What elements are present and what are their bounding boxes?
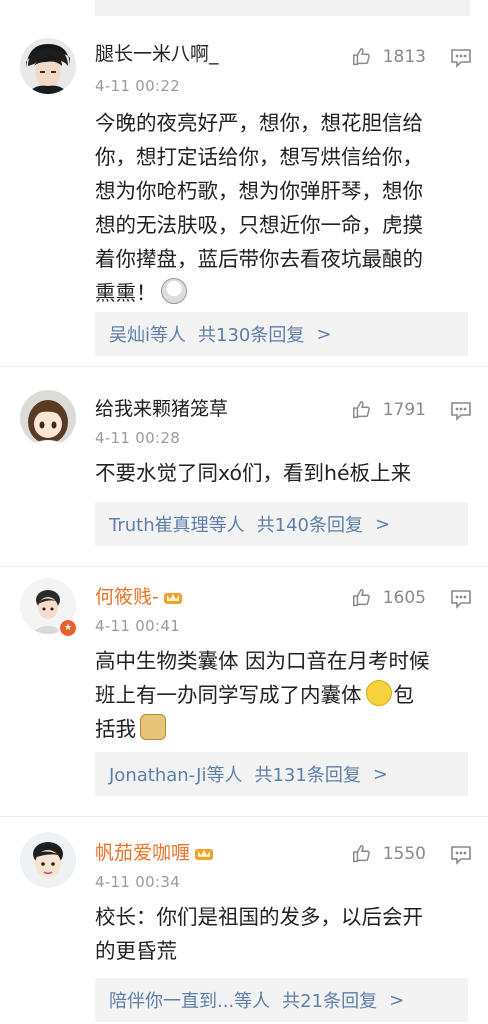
verified-badge-icon: ★ [58,618,78,638]
timestamp: 4-11 00:41 [95,617,181,635]
like-count: 1791 [382,400,426,420]
comment-item: 腿长一米八啊_ 4-11 00:22 1813 今晚的夜亮好严，想你，想花胆信给… [0,18,488,367]
avatar[interactable] [20,38,76,94]
thumbs-up-icon [352,401,370,419]
username[interactable]: 何筱贱- [95,586,183,608]
comment-reply-icon[interactable] [450,845,472,865]
timestamp: 4-11 00:22 [95,77,181,95]
chevron-right-icon: > [374,513,391,535]
replies-summary[interactable]: Jonathan-Ji等人 共131条回复 > [95,752,468,796]
like-button[interactable]: 1791 [351,398,426,422]
like-button[interactable]: 1550 [351,842,426,866]
comment-reply-icon[interactable] [450,589,472,609]
username[interactable]: 腿长一米八啊_ [95,43,219,65]
comment-text: 不要水觉了同xó们，看到hé板上来 [95,461,412,485]
timestamp: 4-11 00:28 [95,429,181,447]
comment-item: ★ 何筱贱- 4-11 00:41 1605 高中生物类囊体 因为口音在月考时候… [0,566,488,817]
comment-item: 帆茄爱咖喱 4-11 00:34 1550 校长：你们是祖国的发多，以后会开 的… [0,816,488,1024]
timestamp: 4-11 00:34 [95,873,181,891]
doge-emoji-icon [140,714,166,740]
like-button[interactable]: 1605 [351,586,426,610]
avatar[interactable] [20,390,76,446]
smile-emoji-icon [365,680,392,706]
thumbs-up-icon [352,845,370,863]
comment-text: 校长：你们是祖国的发多，以后会开 的更昏荒 [95,905,423,963]
replies-summary[interactable]: 陪伴你一直到...等人 共21条回复 > [95,978,468,1022]
chevron-right-icon: > [389,989,405,1011]
like-count: 1813 [382,47,426,67]
comment-reply-icon[interactable] [450,48,472,68]
chevron-right-icon: > [372,763,388,785]
comment-reply-icon[interactable] [450,401,472,421]
replies-summary[interactable]: 吴灿i等人 共130条回复 > [95,312,468,356]
comment-item: 给我来颗猪笼草 4-11 00:28 1791 不要水觉了同xó们，看到hé板上… [0,366,488,567]
thumbs-up-icon [352,48,370,66]
like-button[interactable]: 1813 [351,45,426,69]
previous-reply-box-edge [95,0,470,16]
replies-summary[interactable]: Truth崔真理等人 共140条回复 > [95,502,468,546]
cry-laugh-emoji-icon [160,278,187,304]
avatar[interactable] [20,832,76,888]
comment-text: 高中生物类囊体 因为口音在月考时候 班上有一办同学写成了内囊体包 括我 [95,649,430,741]
username[interactable]: 帆茄爱咖喱 [95,842,214,864]
thumbs-up-icon [352,589,370,607]
vip-crown-icon [195,849,214,860]
vip-crown-icon [163,593,182,604]
like-count: 1550 [382,844,426,864]
like-count: 1605 [382,588,426,608]
username[interactable]: 给我来颗猪笼草 [95,398,228,420]
chevron-right-icon: > [316,323,332,345]
comment-text: 今晚的夜亮好严，想你，想花胆信给 你，想打定话给你，想写烘信给你， 想为你呛朽歌… [95,111,423,305]
